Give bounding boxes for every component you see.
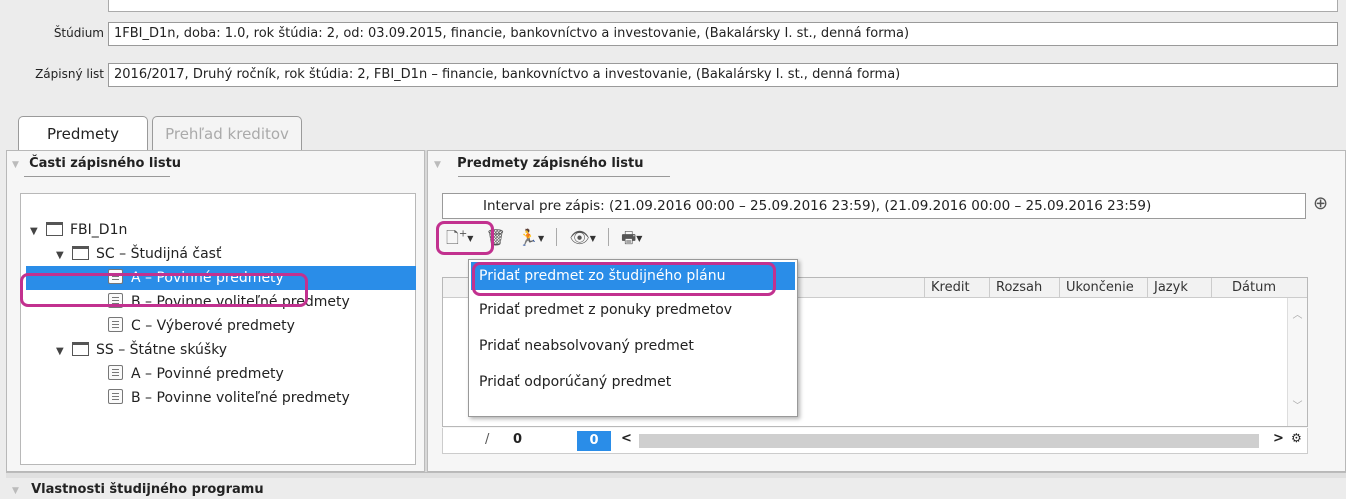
scroll-up-icon[interactable]: ︿ xyxy=(1288,306,1307,321)
bottom-panel-title: Vlastnosti študijného programu xyxy=(31,482,264,497)
column-header-rozsah[interactable]: Rozsah xyxy=(989,278,1059,298)
tree-node-label: SS – Štátne skúšky xyxy=(96,342,228,358)
tree: ▼ FBI_D1n ▼ SC – Študijná časť A – Povinné… xyxy=(26,218,416,410)
zoom-in-icon[interactable]: ⊕ xyxy=(1313,193,1328,214)
folder-icon xyxy=(72,342,89,356)
left-panel-title: Časti zápisného listu xyxy=(29,156,182,171)
run-icon[interactable]: 🏃▼ xyxy=(518,228,544,247)
studium-label: Štúdium xyxy=(53,26,104,40)
tree-node-sc-c[interactable]: C – Výberové predmety xyxy=(26,314,416,338)
bottom-panel-header: ▼ Vlastnosti študijného programu xyxy=(12,482,412,497)
right-panel-header: ▼ Predmety zápisného listu xyxy=(434,156,834,178)
highlight-outline-tree xyxy=(20,273,308,307)
pager-total: 0 xyxy=(513,432,523,447)
column-header-jazyk[interactable]: Jazyk xyxy=(1147,278,1211,298)
tree-node-label: FBI_D1n xyxy=(70,222,128,238)
right-panel-title: Predmety zápisného listu xyxy=(457,156,644,171)
menu-item-add-from-offer[interactable]: Pridať predmet z ponuky predmetov xyxy=(469,292,797,328)
tree-node-label: SC – Študijná časť xyxy=(96,246,222,262)
highlight-outline-menu-item xyxy=(472,262,776,296)
gear-icon[interactable]: ⚙ xyxy=(1291,431,1302,445)
zapisny-list-field: 2016/2017, Druhý ročník, rok štúdia: 2, … xyxy=(108,63,1338,87)
expand-caret-icon[interactable]: ▼ xyxy=(30,220,46,244)
horizontal-splitter[interactable] xyxy=(6,472,1346,478)
view-icon[interactable]: 👁▼ xyxy=(569,228,595,247)
tree-node-ss-a[interactable]: A – Povinné predmety xyxy=(26,362,416,386)
print-icon[interactable]: 🖶▼ xyxy=(621,227,642,254)
vertical-splitter[interactable] xyxy=(424,150,428,472)
pager-bar: / 0 0 < > ⚙ xyxy=(442,428,1308,454)
pager-current[interactable]: 0 xyxy=(577,431,611,451)
horizontal-scroll-thumb[interactable] xyxy=(639,434,1259,448)
document-icon xyxy=(108,365,123,380)
scroll-right-icon[interactable]: > xyxy=(1273,431,1284,446)
vertical-scrollbar[interactable]: ︿ ﹀ xyxy=(1287,298,1307,426)
left-panel-header: ▼ Časti zápisného listu xyxy=(12,156,422,178)
expand-caret-icon[interactable]: ▼ xyxy=(56,244,72,268)
tree-node-label: B – Povinne voliteľné predmety xyxy=(131,390,350,406)
tree-node-label: A – Povinné predmety xyxy=(131,366,284,382)
column-header-kredit[interactable]: Kredit xyxy=(924,278,989,298)
tree-node-fbi[interactable]: ▼ FBI_D1n xyxy=(26,218,416,242)
tree-node-ss[interactable]: ▼ SS – Štátne skúšky xyxy=(26,338,416,362)
expand-caret-icon[interactable]: ▼ xyxy=(56,340,72,364)
collapse-triangle-icon[interactable]: ▼ xyxy=(12,160,19,170)
pager-separator: / xyxy=(485,432,490,447)
collapse-triangle-icon[interactable]: ▼ xyxy=(12,486,19,496)
menu-item-add-recommended[interactable]: Pridať odporúčaný predmet xyxy=(469,364,797,400)
document-icon xyxy=(108,317,123,332)
menu-item-add-unpassed[interactable]: Pridať neabsolvovaný predmet xyxy=(469,328,797,364)
column-header-datum[interactable]: Dátum xyxy=(1211,278,1289,298)
collapse-triangle-icon[interactable]: ▼ xyxy=(434,160,441,170)
tree-node-sc[interactable]: ▼ SC – Študijná časť xyxy=(26,242,416,266)
folder-icon xyxy=(72,246,89,260)
tab-predmety[interactable]: Predmety xyxy=(18,116,148,150)
tree-node-label: C – Výberové predmety xyxy=(131,318,295,334)
document-icon xyxy=(108,389,123,404)
interval-field: Interval pre zápis: (21.09.2016 00:00 – … xyxy=(442,193,1306,219)
tab-prehlad-kreditov[interactable]: Prehľad kreditov xyxy=(152,116,302,150)
zapisny-list-label: Zápisný list xyxy=(35,67,104,81)
highlight-outline-add-button xyxy=(436,221,494,255)
folder-icon xyxy=(46,222,63,236)
tree-node-ss-b[interactable]: B – Povinne voliteľné predmety xyxy=(26,386,416,410)
scroll-left-icon[interactable]: < xyxy=(621,431,632,446)
scroll-down-icon[interactable]: ﹀ xyxy=(1288,397,1307,412)
column-header-ukoncenie[interactable]: Ukončenie xyxy=(1059,278,1147,298)
top-input-remnant xyxy=(108,0,1338,12)
studium-field: 1FBI_D1n, doba: 1.0, rok štúdia: 2, od: … xyxy=(108,22,1338,46)
